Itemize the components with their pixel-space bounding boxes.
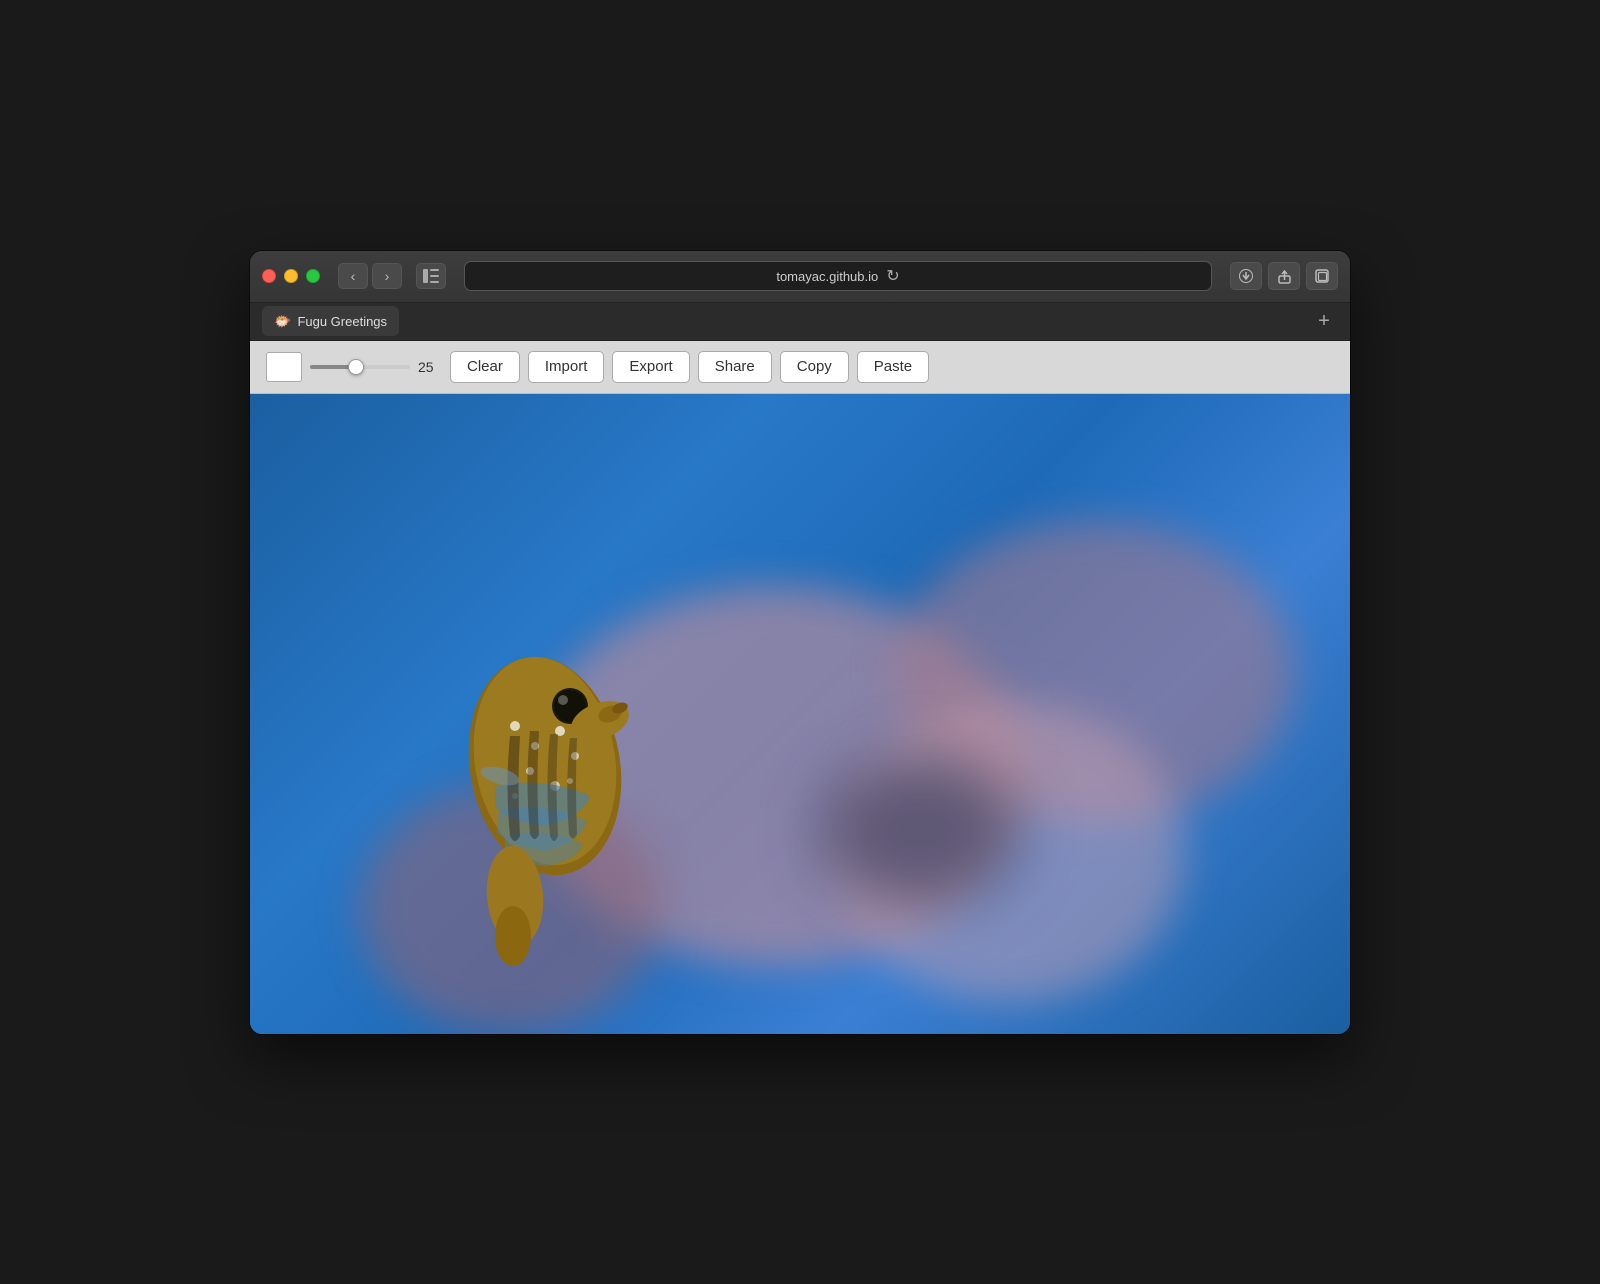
import-button[interactable]: Import xyxy=(528,351,605,383)
share-button[interactable] xyxy=(1268,262,1300,290)
tab-title: Fugu Greetings xyxy=(297,314,387,329)
dark-background-area xyxy=(820,756,1020,906)
download-icon xyxy=(1239,269,1253,283)
forward-button[interactable]: › xyxy=(372,263,402,289)
export-button[interactable]: Export xyxy=(612,351,689,383)
paste-button[interactable]: Paste xyxy=(857,351,929,383)
tabbar: 🐡 Fugu Greetings + xyxy=(250,303,1350,341)
share-icon xyxy=(1278,269,1291,284)
drawing-canvas[interactable] xyxy=(250,394,1350,1034)
fish-svg xyxy=(415,586,695,1006)
browser-window: ‹ › tomayac.github.io ↻ xyxy=(250,251,1350,1034)
nav-buttons: ‹ › xyxy=(338,263,402,289)
minimize-button[interactable] xyxy=(284,269,298,283)
fish-scene xyxy=(250,394,1350,1034)
back-icon: ‹ xyxy=(351,268,356,284)
browser-toolbar-right xyxy=(1230,262,1338,290)
reload-button[interactable]: ↻ xyxy=(886,266,899,286)
tabs-icon xyxy=(1315,269,1330,284)
close-button[interactable] xyxy=(262,269,276,283)
color-picker[interactable] xyxy=(266,352,302,382)
forward-icon: › xyxy=(385,268,390,284)
new-tab-button[interactable]: + xyxy=(1310,307,1338,335)
share-app-button[interactable]: Share xyxy=(698,351,772,383)
copy-button[interactable]: Copy xyxy=(780,351,849,383)
clear-button[interactable]: Clear xyxy=(450,351,520,383)
brush-size-slider-container: 25 xyxy=(310,359,442,375)
slider-thumb xyxy=(348,359,364,375)
back-button[interactable]: ‹ xyxy=(338,263,368,289)
download-button[interactable] xyxy=(1230,262,1262,290)
active-tab[interactable]: 🐡 Fugu Greetings xyxy=(262,306,399,336)
traffic-lights xyxy=(262,269,320,283)
slider-value: 25 xyxy=(418,359,442,375)
url-text: tomayac.github.io xyxy=(776,269,878,284)
sidebar-icon xyxy=(423,269,439,283)
titlebar: ‹ › tomayac.github.io ↻ xyxy=(250,251,1350,303)
app-toolbar: 25 Clear Import Export Share Copy Paste xyxy=(250,341,1350,394)
sidebar-toggle-button[interactable] xyxy=(416,263,446,289)
tabs-button[interactable] xyxy=(1306,262,1338,290)
maximize-button[interactable] xyxy=(306,269,320,283)
tab-favicon: 🐡 xyxy=(274,313,291,330)
brush-size-slider[interactable] xyxy=(310,365,410,369)
fish-image xyxy=(415,586,695,986)
address-bar[interactable]: tomayac.github.io ↻ xyxy=(464,261,1212,291)
